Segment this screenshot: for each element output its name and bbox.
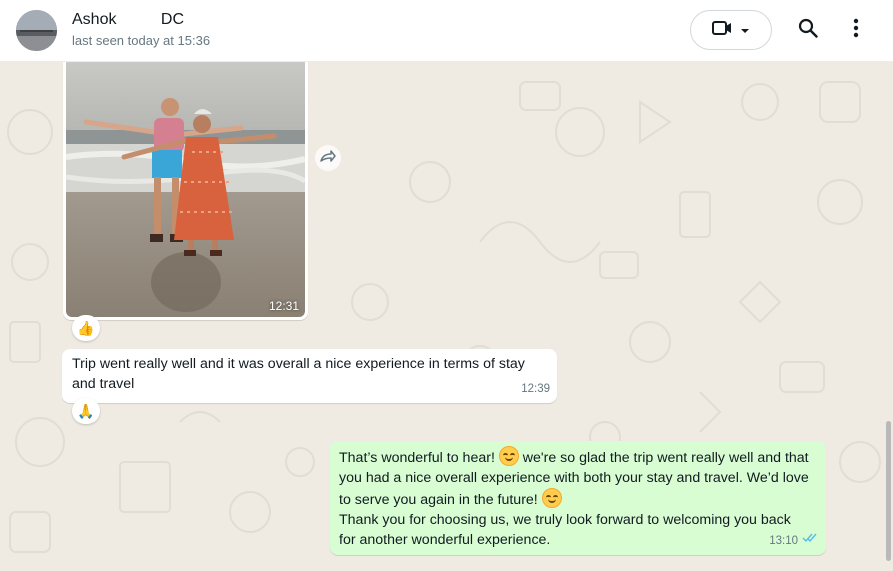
message-text: to serve you again in the future! bbox=[339, 492, 542, 508]
forward-button[interactable] bbox=[315, 145, 341, 171]
menu-button[interactable] bbox=[841, 15, 871, 45]
last-seen-status: last seen today at 15:36 bbox=[72, 33, 211, 48]
chat-scrollbar[interactable] bbox=[886, 421, 891, 561]
contact-avatar[interactable] bbox=[16, 10, 57, 51]
reaction-badge[interactable]: 👍 bbox=[72, 315, 100, 341]
video-call-button[interactable] bbox=[690, 10, 772, 50]
caret-down-icon bbox=[740, 21, 750, 39]
message-text-line: Trip went really well and it was overall… bbox=[72, 356, 525, 372]
message-text: we're so glad the trip went really well … bbox=[518, 450, 809, 466]
message-timestamp: 13:10 bbox=[769, 535, 798, 547]
image-message[interactable]: 12:31 bbox=[63, 62, 308, 320]
read-receipt-icon bbox=[802, 529, 818, 549]
outgoing-message[interactable]: That’s wonderful to hear! we're so glad … bbox=[330, 441, 826, 555]
thumbs-up-icon: 👍 bbox=[77, 319, 95, 336]
image-timestamp: 12:31 bbox=[268, 299, 299, 313]
smiling-face-icon bbox=[498, 446, 519, 466]
chat-header: Ashok DC last seen today at 15:36 bbox=[0, 0, 893, 62]
message-text-line: you had a nice overall experience with b… bbox=[339, 470, 809, 486]
video-camera-icon bbox=[712, 20, 732, 41]
search-button[interactable] bbox=[793, 15, 823, 45]
kebab-menu-icon bbox=[853, 18, 859, 43]
message-text: That’s wonderful to hear! bbox=[339, 450, 499, 466]
forward-icon bbox=[320, 149, 336, 167]
reaction-badge[interactable]: 🙏 bbox=[72, 398, 100, 424]
message-text-line: for another wonderful experience. bbox=[339, 532, 551, 548]
message-text-line: and travel bbox=[72, 376, 135, 392]
message-timestamp: 12:39 bbox=[521, 383, 550, 395]
incoming-message[interactable]: Trip went really well and it was overall… bbox=[62, 349, 557, 403]
smiling-face-icon bbox=[541, 488, 562, 508]
contact-name[interactable]: Ashok DC bbox=[72, 11, 184, 29]
folded-hands-icon: 🙏 bbox=[77, 402, 95, 419]
message-text-line: Thank you for choosing us, we truly look… bbox=[339, 512, 791, 528]
search-icon bbox=[798, 18, 818, 43]
beach-photo[interactable]: 12:31 bbox=[66, 62, 305, 317]
